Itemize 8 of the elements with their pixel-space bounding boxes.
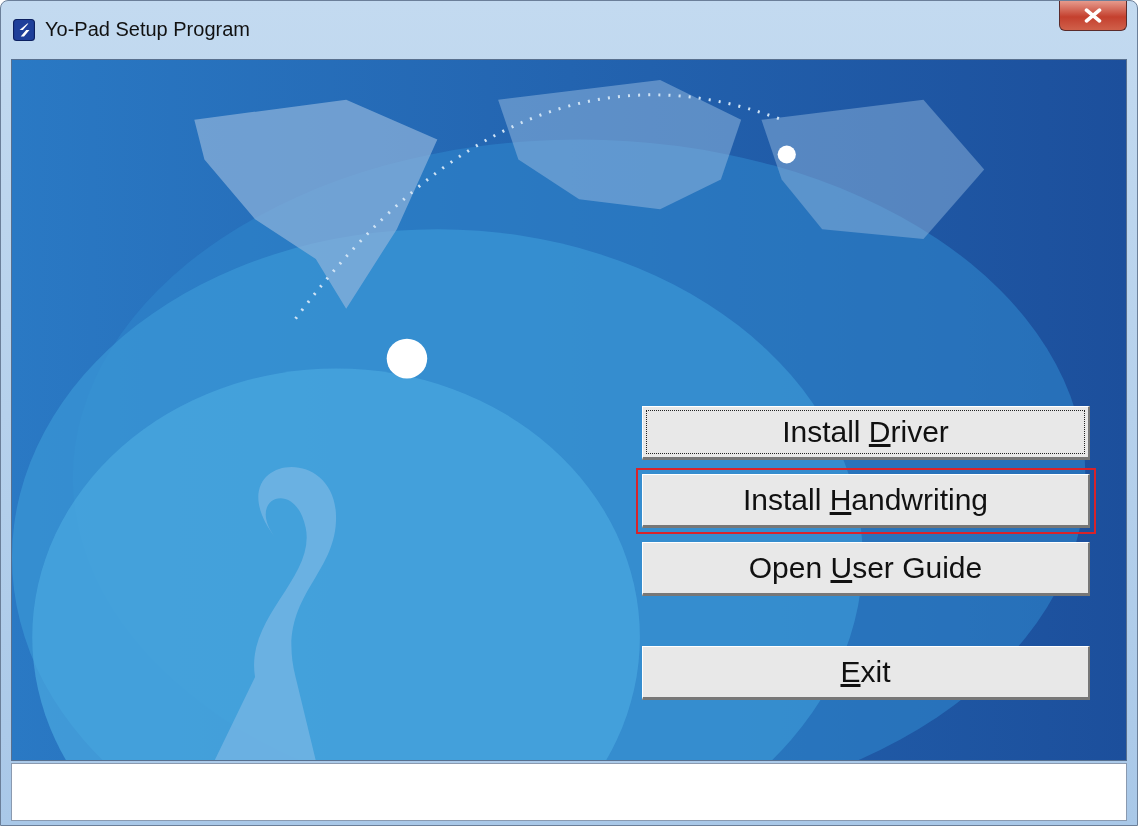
- app-icon: [13, 18, 35, 41]
- setup-button[interactable]: Exit: [642, 645, 1090, 700]
- setup-button[interactable]: Install Driver: [642, 405, 1090, 460]
- close-icon: [1082, 8, 1104, 23]
- close-button[interactable]: [1059, 1, 1127, 31]
- window-title: Yo-Pad Setup Program: [45, 18, 250, 42]
- setup-button[interactable]: Open User Guide: [642, 541, 1090, 596]
- setup-button[interactable]: Install Handwriting: [642, 473, 1090, 528]
